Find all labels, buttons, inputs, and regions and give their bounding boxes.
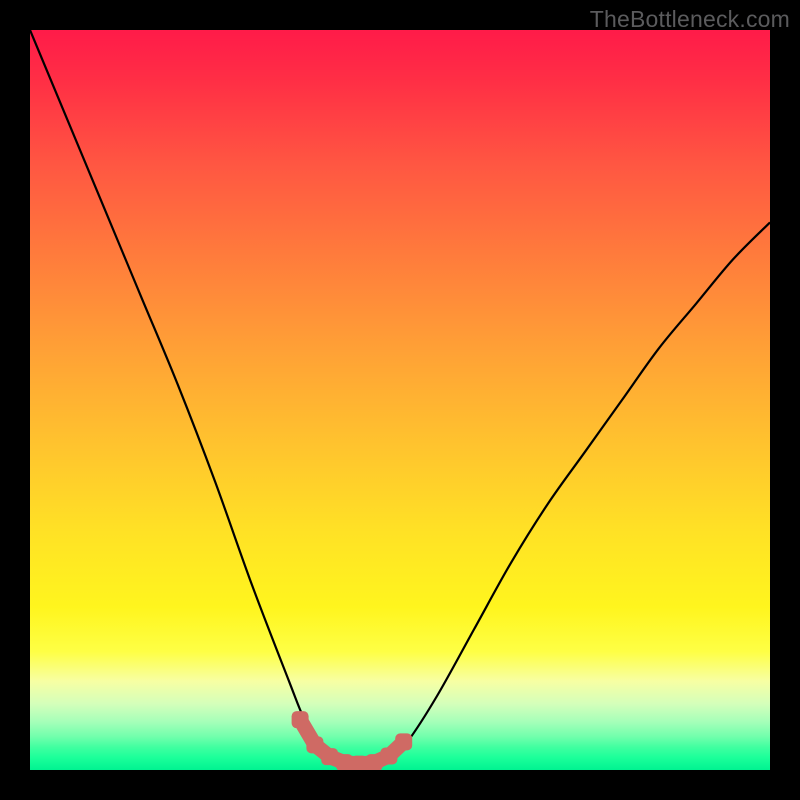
optimal-marker [351, 756, 368, 770]
optimal-marker [380, 747, 397, 764]
optimal-marker [366, 754, 383, 770]
optimal-marker [395, 733, 412, 750]
watermark-label: TheBottleneck.com [590, 6, 790, 33]
plot-area [30, 30, 770, 770]
optimal-marker [292, 711, 309, 728]
marker-group [292, 711, 413, 770]
chart-outer-frame: TheBottleneck.com [0, 0, 800, 800]
optimal-marker [306, 736, 323, 753]
optimal-marker [321, 748, 338, 765]
optimal-marker [336, 754, 353, 770]
optimal-band-markers [30, 30, 770, 770]
